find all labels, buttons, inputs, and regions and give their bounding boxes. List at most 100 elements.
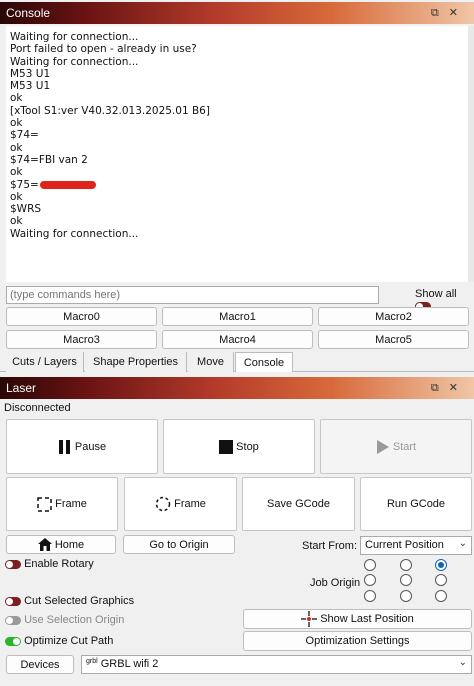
- use-selection-origin-switch[interactable]: [5, 615, 21, 625]
- stop-button[interactable]: Stop: [163, 419, 315, 474]
- close-icon[interactable]: ✕: [449, 377, 468, 399]
- device-value: GRBL wifi 2: [100, 658, 159, 670]
- macro4-button[interactable]: Macro4: [162, 330, 313, 349]
- tab-shape-properties[interactable]: Shape Properties: [85, 352, 187, 372]
- job-origin-bottom-left[interactable]: [364, 590, 376, 602]
- float-icon[interactable]: ⧉: [431, 377, 449, 399]
- enable-rotary-switch[interactable]: [5, 559, 21, 569]
- console-line: M53 U1: [10, 67, 51, 80]
- pause-icon: [58, 439, 70, 454]
- cut-selected-toggle[interactable]: Cut Selected Graphics: [5, 595, 134, 607]
- chevron-down-icon: ⌄: [458, 538, 467, 549]
- console-line: Port failed to open - already in use?: [10, 43, 197, 56]
- enable-rotary-label: Enable Rotary: [24, 558, 94, 570]
- use-selection-origin-toggle[interactable]: Use Selection Origin: [5, 614, 124, 626]
- redaction-mark: [39, 180, 96, 189]
- start-label: Start: [392, 440, 417, 453]
- cut-selected-switch[interactable]: [5, 596, 21, 606]
- home-button[interactable]: Home: [6, 535, 116, 554]
- grbl-icon: grbl: [86, 658, 98, 665]
- tab-console[interactable]: Console: [235, 352, 293, 372]
- home-icon: [37, 538, 52, 551]
- job-origin-top-left[interactable]: [364, 559, 376, 571]
- start-from-label: Start From:: [302, 540, 358, 552]
- job-origin-top-center[interactable]: [400, 559, 412, 571]
- start-from-value: Current Position: [365, 539, 444, 551]
- console-title: Console: [6, 6, 51, 20]
- optimization-settings-button[interactable]: Optimization Settings: [243, 631, 472, 651]
- start-from-select[interactable]: Current Position ⌄: [360, 536, 472, 555]
- float-icon[interactable]: ⧉: [431, 2, 449, 24]
- job-origin-top-right[interactable]: [435, 559, 447, 571]
- console-scrollbar[interactable]: [468, 26, 474, 282]
- frame-rect-icon: [37, 496, 52, 512]
- frame-circle-icon: [155, 496, 171, 512]
- console-line: [xTool S1:ver V40.32.013.2025.01 B6]: [10, 104, 210, 117]
- command-input[interactable]: [6, 286, 379, 304]
- console-output: Waiting for connection... Port failed to …: [6, 26, 468, 282]
- job-origin-middle-right[interactable]: [435, 574, 447, 586]
- macro2-button[interactable]: Macro2: [318, 307, 469, 326]
- device-select[interactable]: grbl GRBL wifi 2 ⌄: [81, 655, 472, 674]
- stop-icon: [219, 439, 234, 454]
- chevron-down-icon: ⌄: [458, 657, 467, 668]
- run-gcode-button[interactable]: Run GCode: [360, 477, 472, 531]
- console-titlebar: Console ⧉✕: [0, 2, 474, 24]
- job-origin-bottom-right[interactable]: [435, 590, 447, 602]
- show-all-label: Show all: [415, 288, 457, 300]
- play-icon: [376, 439, 389, 454]
- cut-selected-label: Cut Selected Graphics: [24, 595, 135, 607]
- job-origin-label: Job Origin: [310, 577, 361, 589]
- use-selection-origin-label: Use Selection Origin: [24, 614, 125, 626]
- crosshair-icon: [301, 611, 318, 627]
- job-origin-middle-left[interactable]: [364, 574, 376, 586]
- macro3-button[interactable]: Macro3: [6, 330, 157, 349]
- pause-button[interactable]: Pause: [6, 419, 158, 474]
- tab-cuts-layers[interactable]: Cuts / Layers: [6, 352, 84, 372]
- console-line: $74=: [10, 129, 39, 142]
- pause-label: Pause: [74, 440, 107, 453]
- console-line: ok: [10, 215, 23, 228]
- devices-button[interactable]: Devices: [6, 655, 74, 674]
- save-gcode-label: Save GCode: [267, 498, 330, 510]
- frame-circle-label: Frame: [174, 498, 206, 510]
- console-line: Waiting for connection...: [10, 227, 139, 240]
- tab-move[interactable]: Move: [188, 352, 234, 372]
- connection-status: Disconnected: [4, 402, 71, 414]
- console-line: ok: [10, 166, 23, 179]
- console-line: $74=FBI van 2: [10, 153, 88, 166]
- show-last-position-label: Show Last Position: [320, 613, 414, 625]
- close-icon[interactable]: ✕: [449, 2, 468, 24]
- optimize-cut-label: Optimize Cut Path: [24, 635, 114, 647]
- console-line: $75=: [10, 179, 464, 191]
- save-gcode-button[interactable]: Save GCode: [242, 477, 355, 531]
- start-button[interactable]: Start: [320, 419, 472, 474]
- macro5-button[interactable]: Macro5: [318, 330, 469, 349]
- optimize-cut-switch[interactable]: [5, 636, 21, 646]
- console-line: Waiting for connection...: [10, 55, 139, 68]
- job-origin-center[interactable]: [400, 574, 412, 586]
- go-to-origin-button[interactable]: Go to Origin: [123, 535, 235, 554]
- window-controls: ⧉✕: [431, 377, 468, 399]
- console-line: $WRS: [10, 203, 42, 216]
- frame-rect-label: Frame: [55, 498, 87, 510]
- console-line: Waiting for connection...: [10, 31, 139, 43]
- run-gcode-label: Run GCode: [386, 498, 446, 510]
- console-line: ok: [10, 190, 23, 203]
- window-controls: ⧉✕: [431, 2, 468, 24]
- enable-rotary-toggle[interactable]: Enable Rotary: [5, 558, 94, 570]
- home-label: Home: [54, 538, 85, 551]
- console-line: M53 U1: [10, 80, 51, 93]
- console-line: ok: [10, 141, 23, 154]
- frame-circle-button[interactable]: Frame: [124, 477, 237, 531]
- frame-rect-button[interactable]: Frame: [6, 477, 118, 531]
- stop-label: Stop: [236, 440, 259, 453]
- laser-title: Laser: [6, 381, 37, 395]
- console-line: ok: [10, 92, 23, 105]
- show-last-position-button[interactable]: Show Last Position: [243, 609, 472, 629]
- console-line: ok: [10, 117, 23, 130]
- job-origin-bottom-center[interactable]: [400, 590, 412, 602]
- macro1-button[interactable]: Macro1: [162, 307, 313, 326]
- optimize-cut-toggle[interactable]: Optimize Cut Path: [5, 635, 113, 647]
- macro0-button[interactable]: Macro0: [6, 307, 157, 326]
